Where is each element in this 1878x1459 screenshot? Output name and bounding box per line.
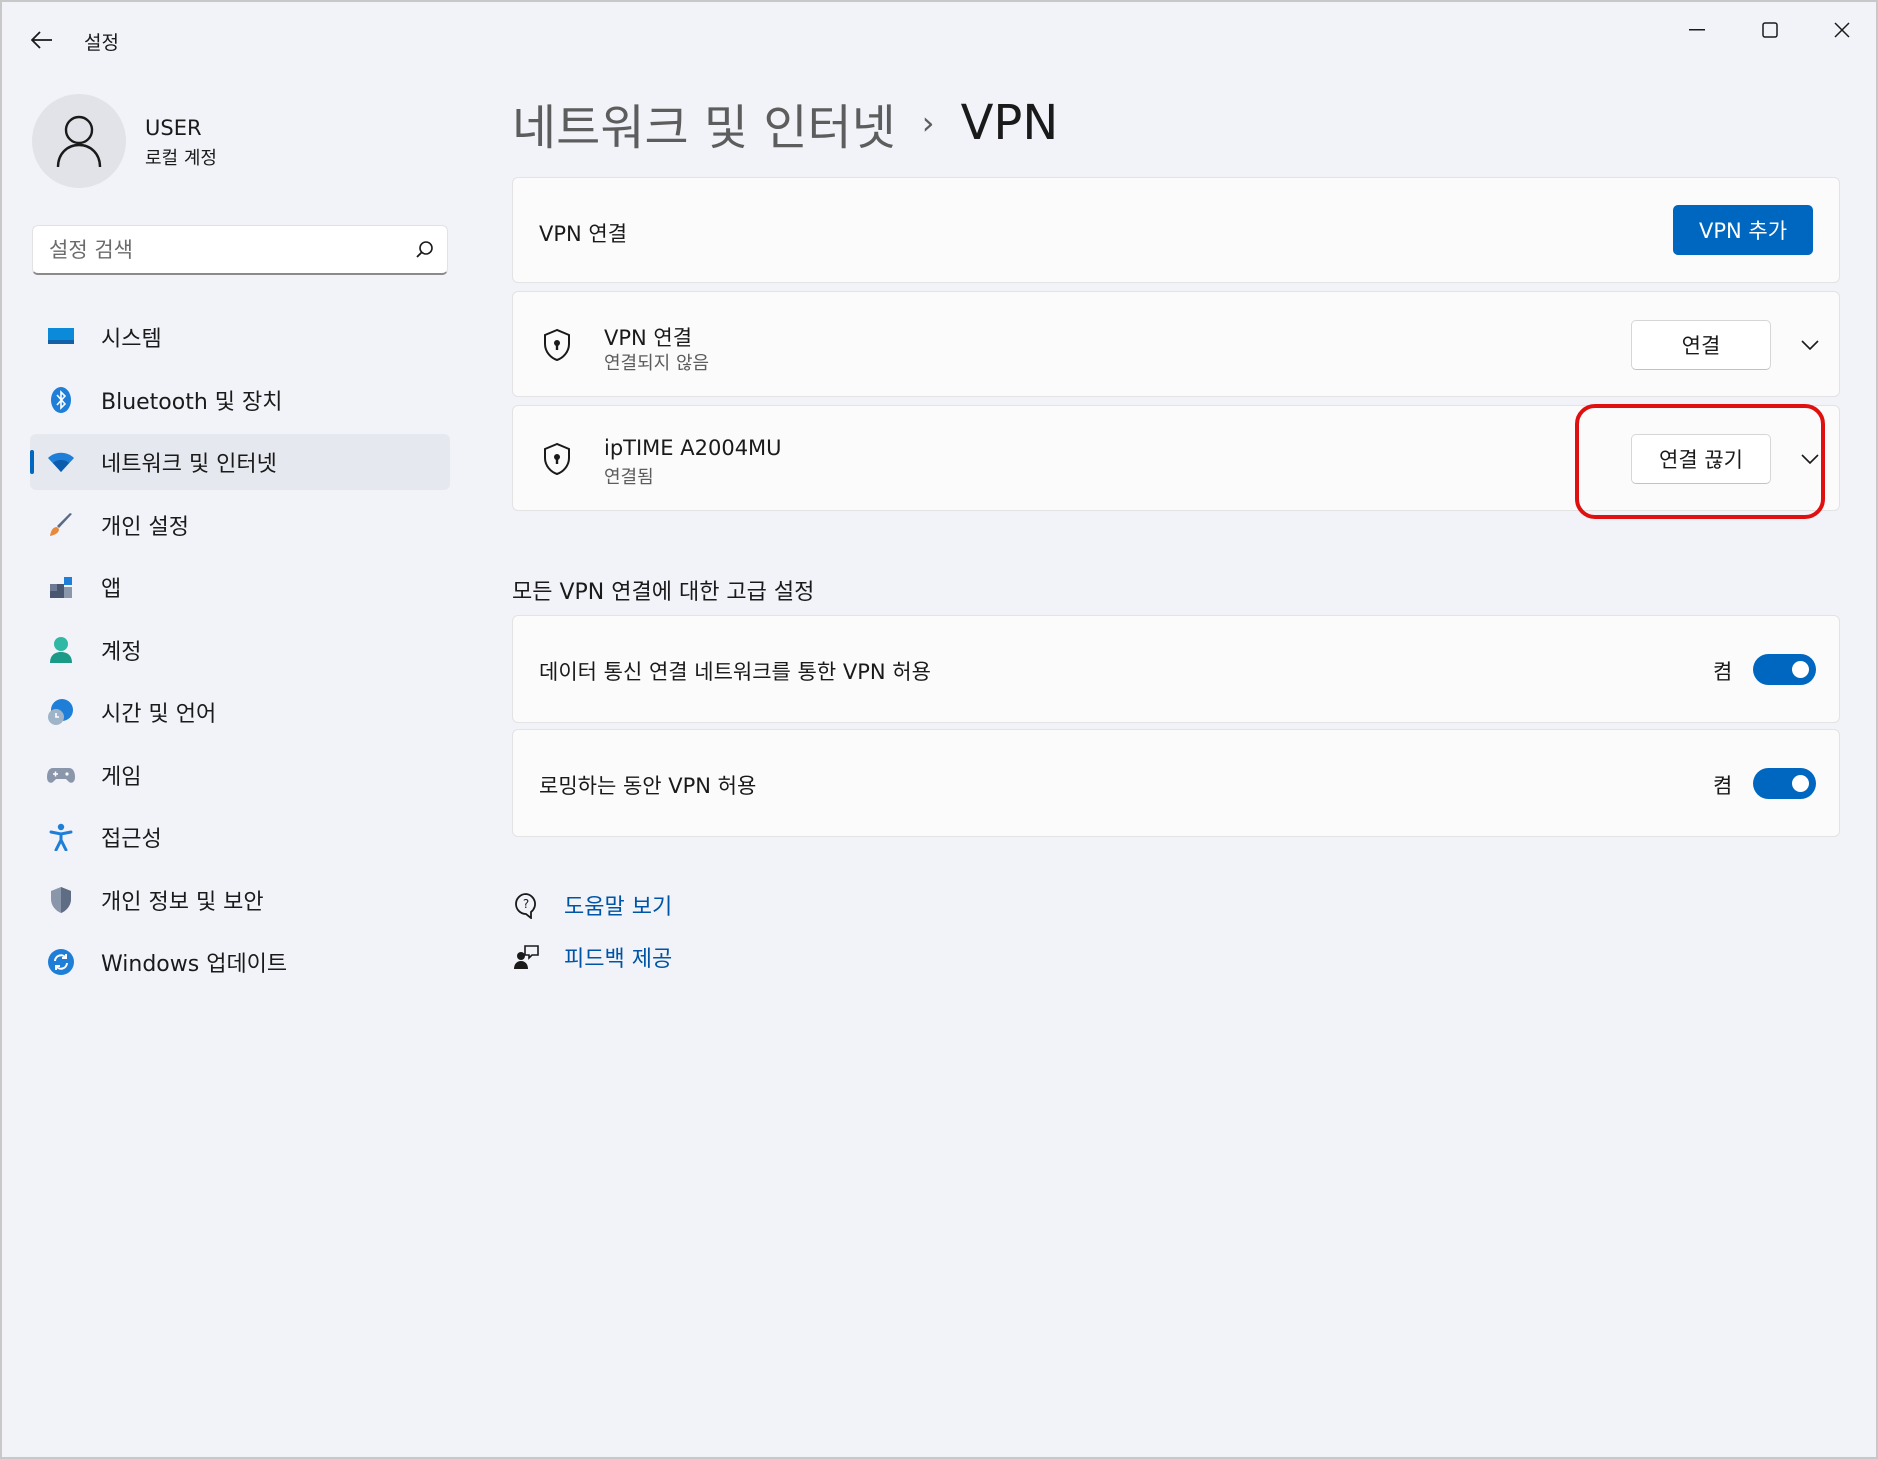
avatar[interactable] <box>32 94 126 188</box>
sidebar-item-label: 접근성 <box>101 827 162 852</box>
sidebar-item-network[interactable]: 네트워크 및 인터넷 <box>30 434 450 490</box>
accessibility-icon <box>45 821 77 853</box>
back-arrow-icon <box>31 31 52 49</box>
toggle-state-label: 켬 <box>1713 774 1733 798</box>
search-input[interactable] <box>33 237 403 262</box>
apps-icon <box>45 571 77 603</box>
setting-label: 데이터 통신 연결 네트워크를 통한 VPN 허용 <box>539 660 931 684</box>
sidebar-item-personalization[interactable]: 개인 설정 <box>30 497 450 553</box>
feedback-link[interactable]: 피드백 제공 <box>564 941 672 973</box>
sidebar-item-label: 시스템 <box>101 327 162 352</box>
vpn-connection-status: 연결됨 <box>604 467 654 488</box>
maximize-button[interactable] <box>1735 8 1805 52</box>
sidebar-item-label: 네트워크 및 인터넷 <box>101 452 277 477</box>
user-icon <box>56 115 102 168</box>
vpn-header-card: VPN 연결 VPN 추가 <box>512 177 1840 283</box>
sidebar-item-label: 계정 <box>101 639 142 665</box>
sidebar-item-accounts[interactable]: 계정 <box>30 622 450 678</box>
sidebar-item-label: Bluetooth 및 장치 <box>101 389 283 415</box>
gamepad-icon <box>45 759 77 791</box>
svg-text:?: ? <box>523 897 529 911</box>
sidebar-item-gaming[interactable]: 게임 <box>30 747 450 803</box>
breadcrumb-parent[interactable]: 네트워크 및 인터넷 <box>512 88 896 158</box>
settings-window: 설정 USER 로컬 계정 시스템 <box>0 0 1878 1459</box>
user-name: USER <box>145 116 202 140</box>
app-title: 설정 <box>84 32 119 54</box>
connect-button[interactable]: 연결 <box>1631 320 1771 370</box>
close-button[interactable] <box>1807 8 1877 52</box>
vpn-connection-name: VPN 연결 <box>604 326 693 350</box>
wifi-icon <box>45 446 77 478</box>
toggle-switch[interactable] <box>1753 654 1816 685</box>
sidebar-item-bluetooth[interactable]: Bluetooth 및 장치 <box>30 372 450 428</box>
toggle-switch[interactable] <box>1753 768 1816 799</box>
help-icon: ? <box>510 889 542 921</box>
minimize-button[interactable] <box>1662 8 1732 52</box>
help-link-row[interactable]: ? 도움말 보기 <box>510 889 672 921</box>
search-icon[interactable] <box>403 228 447 272</box>
chevron-down-icon[interactable] <box>1793 328 1827 362</box>
page-title: VPN <box>960 95 1059 151</box>
person-icon <box>45 634 77 666</box>
minimize-icon <box>1689 29 1705 31</box>
feedback-icon <box>510 941 542 973</box>
sidebar-item-label: 게임 <box>101 764 142 790</box>
vpn-connection-name: ipTIME A2004MU <box>604 436 782 460</box>
feedback-link-row[interactable]: 피드백 제공 <box>510 941 672 973</box>
update-icon <box>45 946 77 978</box>
sidebar-item-label: 앱 <box>101 577 122 602</box>
search-box <box>32 225 448 275</box>
vpn-header-title: VPN 연결 <box>539 222 628 246</box>
advanced-settings-title: 모든 VPN 연결에 대한 고급 설정 <box>512 580 815 605</box>
sidebar-item-label: 개인 정보 및 보안 <box>101 889 264 915</box>
back-button[interactable] <box>22 22 62 58</box>
sidebar-item-apps[interactable]: 앱 <box>30 559 450 615</box>
toggle-state-label: 켬 <box>1713 660 1733 684</box>
bluetooth-icon <box>45 384 77 416</box>
setting-label: 로밍하는 동안 VPN 허용 <box>539 774 757 798</box>
sidebar-item-accessibility[interactable]: 접근성 <box>30 809 450 865</box>
sidebar-item-label: Windows 업데이트 <box>101 952 288 977</box>
system-icon <box>45 321 77 353</box>
sidebar-item-windows-update[interactable]: Windows 업데이트 <box>30 934 450 990</box>
sidebar-item-time-language[interactable]: 시간 및 언어 <box>30 684 450 740</box>
sidebar-item-privacy[interactable]: 개인 정보 및 보안 <box>30 872 450 928</box>
vpn-shield-icon <box>539 327 575 363</box>
title-bar: 설정 <box>2 2 1876 78</box>
maximize-icon <box>1762 22 1778 38</box>
vpn-shield-icon <box>539 441 575 477</box>
setting-row-metered: 데이터 통신 연결 네트워크를 통한 VPN 허용 켬 <box>512 615 1840 723</box>
sidebar-item-system[interactable]: 시스템 <box>30 309 450 365</box>
highlight-annotation <box>1575 404 1825 519</box>
sidebar-nav: 시스템 Bluetooth 및 장치 네트워크 및 인터넷 개인 설정 앱 계정… <box>30 309 450 997</box>
sidebar-item-label: 개인 설정 <box>101 514 189 540</box>
sidebar-item-label: 시간 및 언어 <box>101 702 217 727</box>
clock-globe-icon <box>45 696 77 728</box>
brush-icon <box>45 509 77 541</box>
shield-icon <box>45 884 77 916</box>
setting-row-roaming: 로밍하는 동안 VPN 허용 켬 <box>512 729 1840 837</box>
account-type: 로컬 계정 <box>145 148 217 169</box>
help-link[interactable]: 도움말 보기 <box>564 889 672 921</box>
close-icon <box>1834 22 1850 38</box>
add-vpn-button[interactable]: VPN 추가 <box>1673 205 1813 255</box>
vpn-connection-card[interactable]: VPN 연결 연결되지 않음 연결 <box>512 291 1840 397</box>
vpn-connection-status: 연결되지 않음 <box>604 353 710 374</box>
breadcrumb: 네트워크 및 인터넷 › VPN <box>512 88 1058 158</box>
breadcrumb-separator: › <box>921 104 935 142</box>
